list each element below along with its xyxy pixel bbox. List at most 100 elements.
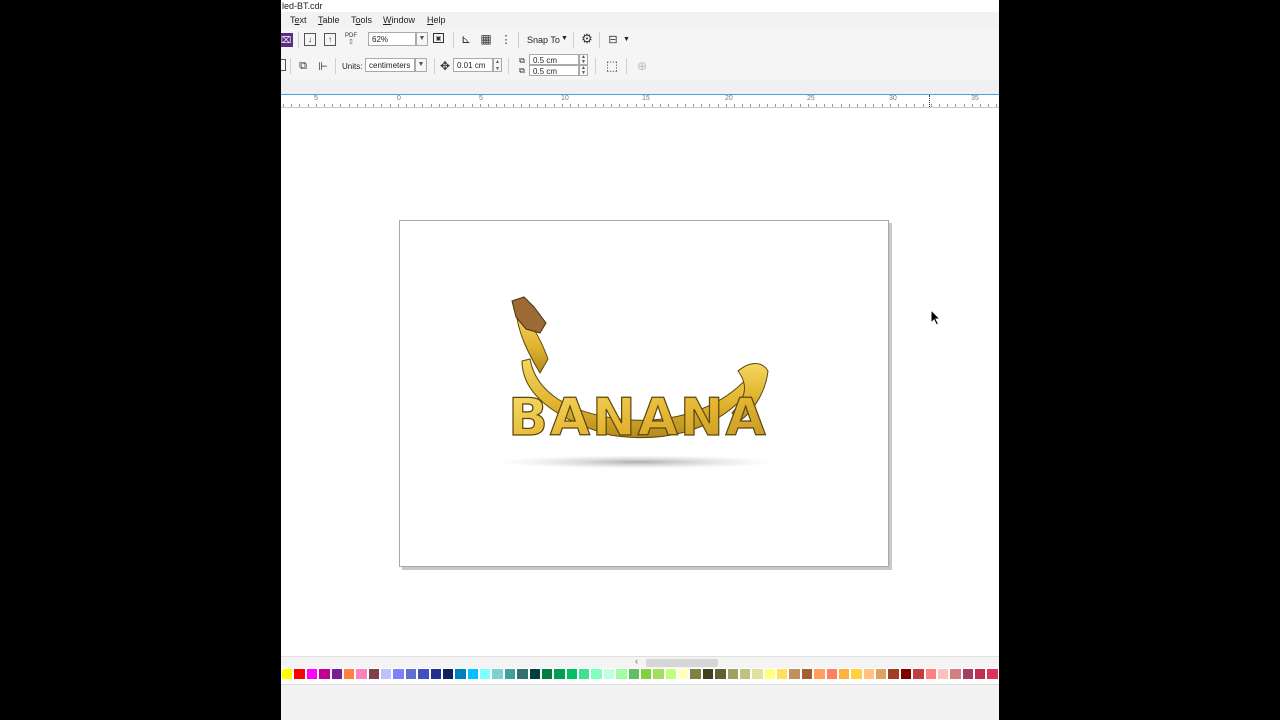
color-swatch[interactable] [540,668,554,680]
color-swatch[interactable] [664,668,677,680]
color-swatch[interactable] [565,668,578,680]
treat-as-filled-icon[interactable]: ⧉ [296,59,310,73]
duplicate-y-field[interactable]: 0.5 cm [529,65,579,76]
import-icon[interactable]: ↓ [304,33,316,46]
color-swatch[interactable] [986,668,999,680]
menu-table[interactable]: Table [318,15,340,25]
menu-tools[interactable]: Tools [351,15,372,25]
color-swatch[interactable] [936,668,950,680]
color-swatch[interactable] [924,668,937,680]
zoom-dropdown-arrow[interactable]: ▼ [416,32,428,46]
color-swatch[interactable] [949,668,962,680]
color-swatch[interactable] [639,668,653,680]
color-swatch[interactable] [454,668,467,680]
zoom-to-page-icon[interactable]: ▣ [433,33,444,43]
page-icon[interactable] [281,59,286,71]
snap-to-dropdown-arrow[interactable]: ▼ [561,35,568,42]
color-swatch[interactable] [293,668,306,680]
color-swatch[interactable] [763,668,776,680]
color-swatch[interactable] [367,668,380,680]
horizontal-scrollbar[interactable]: ‹ [281,656,999,668]
color-swatch[interactable] [590,668,603,680]
color-swatch[interactable] [355,668,368,680]
drawing-page[interactable]: BANANA [399,220,889,567]
color-swatch[interactable] [875,668,888,680]
color-swatch[interactable] [429,668,442,680]
add-page-icon[interactable]: ⊕ [635,59,649,73]
color-swatch[interactable] [528,668,541,680]
nudge-distance-field[interactable]: 0.01 cm [453,58,493,72]
color-swatch[interactable] [887,668,900,680]
color-swatch[interactable] [479,668,492,680]
color-swatch[interactable] [899,668,913,680]
duplicate-y-spinner[interactable]: ▲ ▼ [579,65,588,76]
color-swatch[interactable] [404,668,418,680]
color-swatch[interactable] [961,668,974,680]
color-swatch[interactable] [776,668,789,680]
snap-to-label[interactable]: Snap To [527,35,560,45]
color-swatch[interactable] [701,668,715,680]
duplicate-x-spinner[interactable]: ▲ ▼ [579,54,588,65]
color-swatch[interactable] [800,668,814,680]
color-swatch[interactable] [281,668,294,680]
gear-icon[interactable]: ⚙ [580,31,594,46]
align-icon[interactable]: ⊩ [316,59,330,73]
color-swatch[interactable] [516,668,529,680]
units-dropdown-arrow[interactable]: ▼ [415,58,427,72]
color-swatch[interactable] [380,668,393,680]
color-swatch[interactable] [330,668,343,680]
color-swatch[interactable] [677,668,690,680]
color-swatch[interactable] [305,668,319,680]
color-swatch[interactable] [578,668,591,680]
color-swatch[interactable] [553,668,566,680]
export-icon[interactable]: ↑ [324,33,336,46]
horizontal-ruler[interactable]: 5 0 5 10 15 20 25 30 35 [281,95,999,108]
color-swatch[interactable] [751,668,764,680]
ruler-tick [537,104,538,107]
color-swatch[interactable] [318,668,331,680]
scrollbar-thumb[interactable] [646,659,718,667]
scroll-left-arrow[interactable]: ‹ [635,656,638,666]
menu-text[interactable]: Text [290,15,307,25]
color-swatch[interactable] [417,668,430,680]
ruler-label: 5 [314,95,318,102]
publish-pdf-icon[interactable]: PDF ▯ [344,32,358,46]
color-swatch[interactable] [788,668,801,680]
nudge-spinner[interactable]: ▲ ▼ [493,58,502,72]
color-swatch[interactable] [652,668,665,680]
ruler-tick [316,104,317,107]
color-swatch[interactable] [813,668,826,680]
options-dropdown-arrow[interactable]: ▼ [623,36,630,43]
banana-artwork[interactable]: BANANA [400,221,888,566]
color-swatch[interactable] [627,668,640,680]
units-select[interactable]: centimeters [365,58,415,72]
color-swatch[interactable] [602,668,616,680]
color-swatch[interactable] [466,668,479,680]
grid-icon[interactable]: ▦ [479,32,493,46]
color-swatch[interactable] [738,668,752,680]
color-swatch[interactable] [615,668,628,680]
color-swatch[interactable] [837,668,851,680]
page-size-icon[interactable]: ⬚ [605,58,619,73]
zoom-level-field[interactable]: 62% [368,32,416,46]
color-swatch[interactable] [825,668,838,680]
color-swatch[interactable] [912,668,925,680]
color-swatch[interactable] [862,668,875,680]
color-swatch[interactable] [974,668,987,680]
color-swatch[interactable] [714,668,727,680]
color-swatch[interactable] [491,668,504,680]
menu-window[interactable]: Window [383,15,415,25]
color-swatch[interactable] [850,668,863,680]
rulers-icon[interactable]: ⊾ [459,32,473,46]
options-icon[interactable]: ⊟ [606,32,620,46]
color-swatch[interactable] [689,668,702,680]
duplicate-x-field[interactable]: 0.5 cm [529,54,579,65]
color-swatch[interactable] [441,668,455,680]
menu-help[interactable]: Help [427,15,446,25]
guidelines-icon[interactable]: ⋮ [499,32,513,46]
color-swatch[interactable] [503,668,517,680]
color-swatch[interactable] [726,668,739,680]
corel-connect-icon[interactable]: ⌧ [281,33,293,47]
color-swatch[interactable] [392,668,405,680]
color-swatch[interactable] [342,668,356,680]
